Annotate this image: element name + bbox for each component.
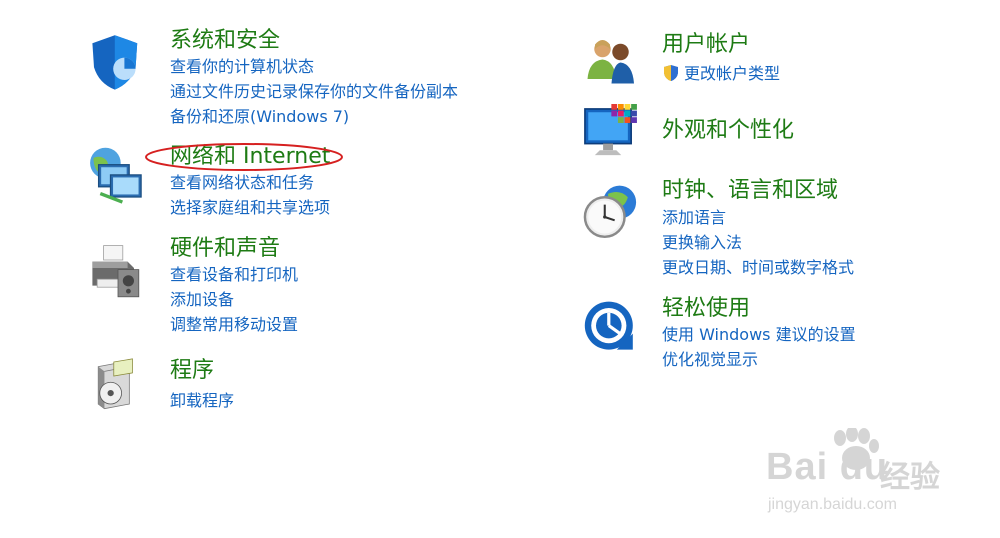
clock-globe-icon[interactable] — [580, 184, 646, 250]
program-box-icon[interactable] — [92, 358, 148, 422]
category-title-clock-language-region[interactable]: 时钟、语言和区域 — [662, 178, 838, 204]
link-change-account-type-label: 更改帐户类型 — [684, 64, 781, 83]
printer-icon[interactable] — [86, 244, 150, 308]
annotation-circle — [145, 143, 343, 171]
link-change-input-method[interactable]: 更换输入法 — [662, 232, 742, 254]
category-title-user-accounts[interactable]: 用户帐户 — [662, 32, 750, 58]
link-add-language[interactable]: 添加语言 — [662, 207, 726, 229]
category-system-security: 系统和安全 查看你的计算机状态 通过文件历史记录保存你的文件备份副本 备份和还原… — [86, 28, 506, 132]
uac-shield-icon — [664, 65, 678, 81]
network-globe-icon[interactable] — [86, 146, 152, 214]
baidu-watermark: Bai du 经验 jingyan.baidu.com — [760, 428, 960, 518]
users-icon[interactable] — [580, 34, 646, 94]
link-change-date-time-format[interactable]: 更改日期、时间或数字格式 — [662, 257, 854, 279]
link-mobility-settings[interactable]: 调整常用移动设置 — [170, 314, 298, 336]
link-network-status-tasks[interactable]: 查看网络状态和任务 — [170, 172, 314, 194]
watermark-url: jingyan.baidu.com — [768, 496, 897, 513]
link-optimize-visual-display[interactable]: 优化视觉显示 — [662, 349, 758, 371]
link-devices-printers[interactable]: 查看设备和打印机 — [170, 264, 298, 286]
category-user-accounts: 用户帐户 更改帐户类型 — [580, 32, 980, 92]
link-uninstall-program[interactable]: 卸载程序 — [170, 390, 234, 412]
shield-icon[interactable] — [86, 32, 150, 96]
link-homegroup-sharing[interactable]: 选择家庭组和共享选项 — [170, 197, 330, 219]
category-title-programs[interactable]: 程序 — [170, 358, 214, 384]
watermark-brand: Bai du — [766, 446, 889, 488]
link-backup-restore[interactable]: 备份和还原(Windows 7) — [170, 106, 349, 128]
link-file-history-backup[interactable]: 通过文件历史记录保存你的文件备份副本 — [170, 81, 458, 103]
category-appearance: 外观和个性化 — [580, 104, 980, 170]
link-add-device[interactable]: 添加设备 — [170, 289, 234, 311]
category-title-system-security[interactable]: 系统和安全 — [170, 28, 280, 54]
category-title-ease-of-access[interactable]: 轻松使用 — [662, 296, 750, 322]
category-clock-language-region: 时钟、语言和区域 添加语言 更换输入法 更改日期、时间或数字格式 — [580, 178, 980, 282]
link-change-account-type[interactable]: 更改帐户类型 — [662, 63, 780, 85]
monitor-colors-icon[interactable] — [580, 104, 646, 170]
watermark-cn: 经验 — [880, 460, 940, 495]
category-hardware-sound: 硬件和声音 查看设备和打印机 添加设备 调整常用移动设置 — [86, 236, 506, 340]
category-programs: 程序 卸载程序 — [86, 358, 506, 428]
category-ease-of-access: 轻松使用 使用 Windows 建议的设置 优化视觉显示 — [580, 296, 980, 376]
link-windows-recommended-settings[interactable]: 使用 Windows 建议的设置 — [662, 324, 856, 346]
category-title-hardware-sound[interactable]: 硬件和声音 — [170, 236, 280, 262]
category-title-appearance[interactable]: 外观和个性化 — [662, 118, 794, 144]
link-view-computer-status[interactable]: 查看你的计算机状态 — [170, 56, 314, 78]
ease-of-access-icon[interactable] — [580, 300, 644, 364]
